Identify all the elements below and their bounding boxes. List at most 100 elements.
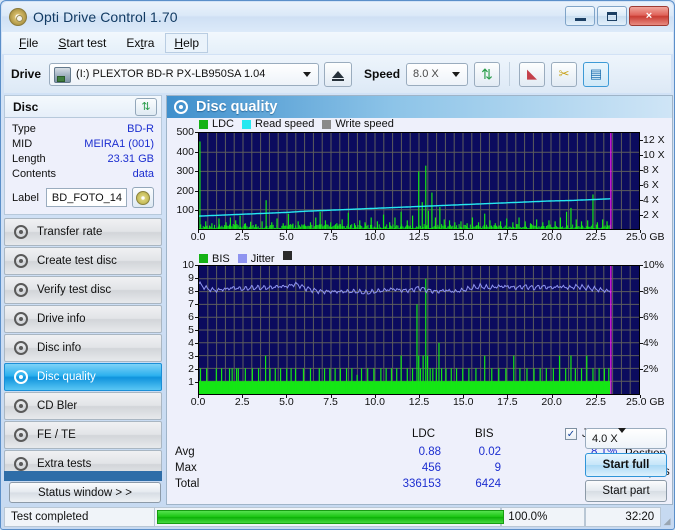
y-tick-label: 4 (188, 337, 194, 349)
sidebar-item-label: CD Bler (37, 400, 78, 412)
axis-tick (640, 139, 643, 141)
sidebar-accent-bar (4, 471, 162, 481)
disc-icon (14, 225, 28, 239)
axis-tick (374, 395, 376, 398)
sidebar-item-disc-info[interactable]: Disc info (4, 334, 162, 362)
disc-icon (14, 428, 28, 442)
disc-icon (14, 457, 28, 471)
bis-series-overlay (199, 266, 639, 394)
test-speed-select[interactable]: 4.0 X (585, 427, 667, 449)
y2-tick-label: 6 X (643, 178, 659, 191)
sidebar-item-label: Disc quality (37, 371, 96, 383)
menu-start-test[interactable]: Start test (49, 34, 115, 52)
y-tick-label: 300 (176, 165, 194, 178)
menu-extra[interactable]: Extra (117, 34, 163, 52)
jitter-checkbox[interactable]: ✓ (565, 428, 577, 440)
stats-row-label: Max (175, 462, 197, 474)
sidebar-item-label: Create test disc (37, 255, 117, 267)
axis-tick (195, 317, 198, 318)
axis-tick (595, 230, 597, 233)
disc-value: MEIRA1 (001) (84, 138, 154, 150)
bis-jitter-chart: BIS Jitter 1 2 3 4 5 6 7 8 9 10 2% 4% 6% 8% 10% 0.0 2.… (167, 251, 672, 426)
drive-select[interactable]: (I:) PLEXTOR BD-R PX-LB950SA 1.04 (49, 62, 320, 86)
sidebar-item-label: Drive info (37, 313, 86, 325)
menu-help[interactable]: Help (165, 33, 209, 53)
axis-tick (419, 230, 420, 233)
y-tick-label: 3 (188, 350, 194, 362)
axis-tick (195, 304, 198, 305)
bis-chart-legend: BIS Jitter (199, 251, 292, 266)
disc-row-mid: MID MEIRA1 (001) (12, 137, 154, 152)
wrench-icon: ✂ (558, 66, 570, 81)
panel-title-bar: Disc quality (167, 96, 672, 118)
sidebar-item-label: FE / TE (37, 429, 76, 441)
axis-tick (640, 184, 643, 186)
resize-grip-icon[interactable]: ◢ (661, 507, 673, 527)
disc-key: Contents (12, 168, 57, 180)
legend-swatch-ldc (199, 119, 208, 129)
speed-select[interactable]: 8.0 X (406, 62, 469, 86)
refresh-button[interactable]: ⇅ (474, 61, 501, 87)
maximize-button[interactable] (597, 6, 627, 26)
eject-button[interactable] (324, 61, 353, 87)
refresh-icon: ⇅ (481, 66, 493, 82)
close-button[interactable]: × (629, 6, 669, 26)
sidebar-item-create-test-disc[interactable]: Create test disc (4, 247, 162, 275)
disc-detail-button[interactable] (132, 187, 154, 208)
axis-tick (640, 230, 641, 233)
y-tick-label: 7 (188, 298, 194, 310)
menu-bar: File Start test Extra Help (2, 32, 673, 54)
axis-tick (195, 278, 198, 279)
sidebar-item-disc-quality[interactable]: Disc quality (4, 363, 162, 391)
legend-label-read-speed: Read speed (255, 118, 315, 130)
menu-file[interactable]: File (10, 34, 47, 52)
page-title: Disc quality (196, 99, 278, 115)
y-tick-label: 500 (176, 126, 194, 138)
axis-tick (640, 291, 643, 292)
save-button[interactable]: ▤ (583, 61, 610, 87)
axis-tick (640, 317, 643, 318)
axis-tick (463, 395, 465, 398)
maximize-icon (607, 11, 617, 21)
y-tick-label: 100 (176, 204, 194, 217)
drive-label: Drive (11, 67, 42, 81)
status-message: Test completed (4, 507, 154, 527)
cd-icon (136, 190, 150, 205)
chevron-down-icon (298, 67, 315, 82)
axis-tick (330, 230, 332, 233)
minimize-button[interactable] (565, 6, 595, 26)
axis-tick (198, 230, 199, 233)
stats-max-ldc: 456 (421, 462, 441, 474)
y2-tick-label: 2 X (643, 208, 659, 221)
disc-label-input[interactable]: BD_FOTO_14 (45, 188, 127, 207)
axis-tick (195, 330, 198, 331)
axis-tick (640, 169, 643, 171)
status-window-button[interactable]: Status window > > (9, 482, 161, 503)
axis-tick (242, 395, 244, 398)
sidebar-item-verify-test-disc[interactable]: Verify test disc (4, 276, 162, 304)
legend-label-jitter: Jitter (250, 252, 275, 265)
sidebar-item-label: Extra tests (37, 458, 92, 470)
window-title: Opti Drive Control 1.70 (33, 9, 178, 25)
eraser-icon: ◣ (527, 66, 538, 81)
axis-tick (195, 132, 198, 133)
title-bar: Opti Drive Control 1.70 × (2, 2, 673, 32)
start-full-button[interactable]: Start full (585, 453, 667, 477)
erase-button[interactable]: ◣ (519, 61, 546, 87)
axis-tick (640, 265, 643, 266)
start-part-button[interactable]: Start part (585, 480, 667, 502)
sidebar-item-cd-bler[interactable]: CD Bler (4, 392, 162, 420)
axis-tick (195, 343, 198, 344)
y-tick-label: 10 (182, 259, 194, 271)
sidebar-item-drive-info[interactable]: Drive info (4, 305, 162, 333)
disc-row-contents: Contents data (12, 167, 154, 182)
stats-avg-ldc: 0.88 (418, 446, 441, 458)
sidebar-item-transfer-rate[interactable]: Transfer rate (4, 218, 162, 246)
stats-total-ldc: 336153 (402, 478, 441, 490)
axis-tick (195, 369, 198, 370)
disc-refresh-button[interactable]: ⇅ (135, 97, 157, 116)
chevron-down-icon (617, 427, 626, 445)
axis-tick (507, 230, 509, 233)
tools-button[interactable]: ✂ (551, 61, 578, 87)
sidebar-item-fe-te[interactable]: FE / TE (4, 421, 162, 449)
